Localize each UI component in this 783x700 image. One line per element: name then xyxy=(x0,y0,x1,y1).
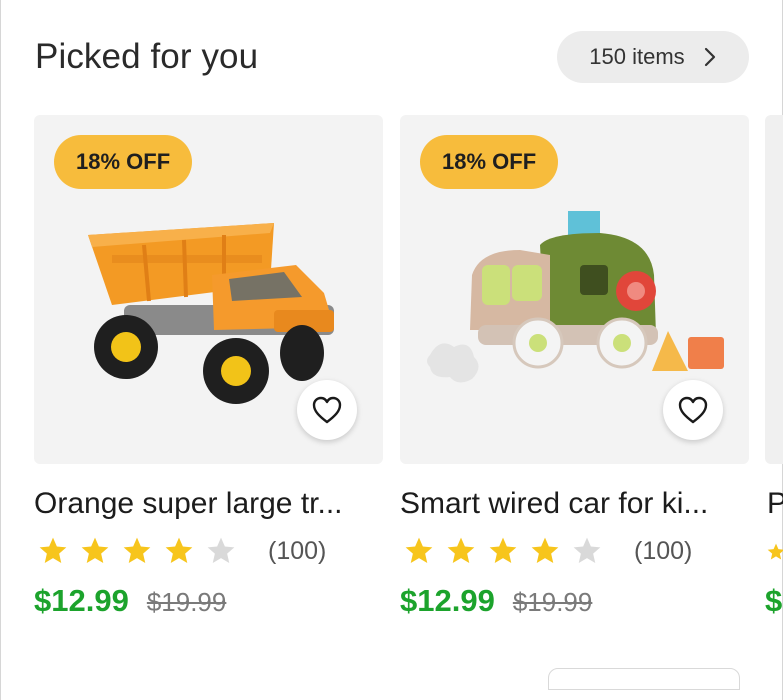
rating: (100) xyxy=(402,535,692,567)
rating-count: (100) xyxy=(268,536,327,565)
product-image[interactable]: 18% OFF xyxy=(34,115,383,464)
heart-outline-icon xyxy=(312,396,342,424)
star-icon xyxy=(39,537,67,563)
star-icon xyxy=(123,537,151,563)
star-icon xyxy=(81,537,109,563)
section-title: Picked for you xyxy=(35,37,259,76)
discount-badge: 18% OFF xyxy=(54,135,193,189)
star-icon xyxy=(767,543,783,560)
star-icon xyxy=(573,537,601,563)
favorite-button[interactable] xyxy=(663,380,723,440)
product-card[interactable]: 18% OFF Orange super large tr... (100) $… xyxy=(34,115,383,618)
next-section-edge xyxy=(548,668,740,690)
product-image[interactable]: 18% OFF xyxy=(400,115,749,464)
discount-badge: 18% OFF xyxy=(420,135,559,189)
price-row: $12.99 $19.99 xyxy=(400,583,592,619)
product-name[interactable]: Smart wired car for ki... xyxy=(400,487,749,521)
rating: (100) xyxy=(36,535,326,567)
product-name[interactable]: Orange super large tr... xyxy=(34,487,383,521)
chevron-right-icon xyxy=(704,47,715,67)
next-product-card-peek[interactable] xyxy=(765,115,783,464)
favorite-button[interactable] xyxy=(297,380,357,440)
view-all-items-button[interactable]: 150 items xyxy=(557,31,749,83)
star-icon xyxy=(447,537,475,563)
current-price: $12.99 xyxy=(400,583,495,618)
original-price: $19.99 xyxy=(146,587,227,617)
current-price: $12.99 xyxy=(34,583,129,618)
items-count-label: 150 items xyxy=(589,44,685,69)
star-icon xyxy=(165,537,193,563)
original-price: $19.99 xyxy=(512,587,593,617)
star-icon xyxy=(207,537,235,563)
next-product-name[interactable]: P xyxy=(767,487,783,521)
star-icon xyxy=(405,537,433,563)
star-icon xyxy=(489,537,517,563)
product-card[interactable]: 18% OFF Smart wired car for ki... (100) … xyxy=(400,115,749,618)
price-row: $12.99 $19.99 xyxy=(34,583,226,619)
star-icon xyxy=(531,537,559,563)
heart-outline-icon xyxy=(678,396,708,424)
next-product-price: $ xyxy=(765,583,783,618)
rating-count: (100) xyxy=(634,536,693,565)
